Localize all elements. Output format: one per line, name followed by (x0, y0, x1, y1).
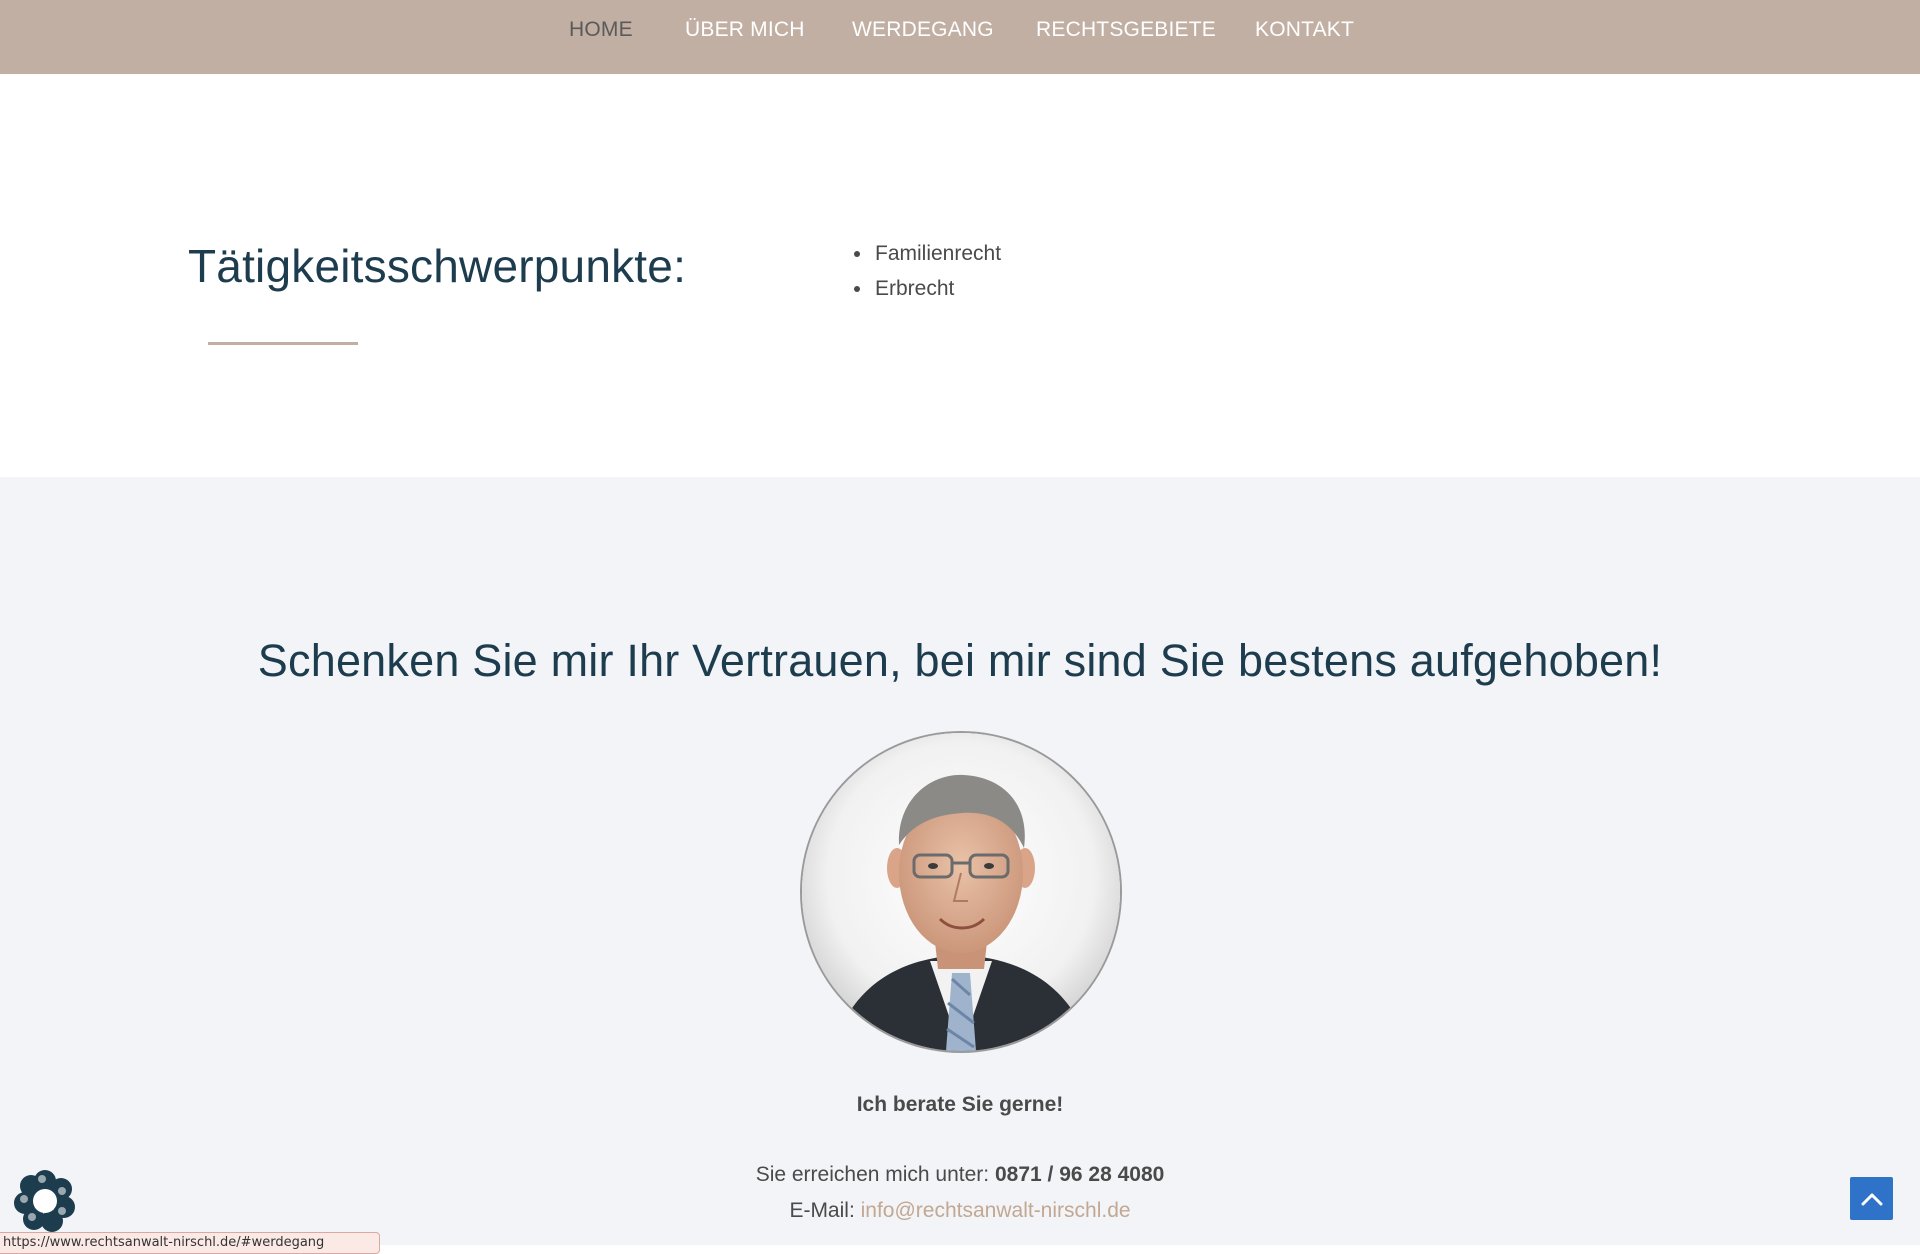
phone-number[interactable]: 0871 / 96 28 4080 (995, 1163, 1164, 1186)
focus-areas-list: Familienrecht Erbrecht (857, 236, 1001, 306)
email-label: E-Mail: (789, 1199, 855, 1222)
scroll-to-top-button[interactable] (1850, 1177, 1893, 1220)
portrait-illustration (802, 733, 1120, 1051)
title-divider (208, 342, 358, 345)
list-item: Erbrecht (873, 271, 1001, 306)
list-item: Familienrecht (873, 236, 1001, 271)
email-link[interactable]: info@rechtsanwalt-nirschl.de (861, 1199, 1131, 1222)
focus-areas-title: Tätigkeitsschwerpunkte: (188, 240, 687, 292)
trust-heading: Schenken Sie mir Ihr Vertrauen, bei mir … (257, 635, 1663, 686)
email-line: E-Mail: info@rechtsanwalt-nirschl.de (0, 1199, 1920, 1223)
portrait-photo (802, 733, 1120, 1051)
nav-item-rechtsgebiete[interactable]: RECHTSGEBIETE (1036, 18, 1216, 42)
chevron-up-icon (1861, 1193, 1882, 1205)
status-bar-url: https://www.rechtsanwalt-nirschl.de/#wer… (0, 1232, 380, 1254)
nav-list: HOME ÜBER MICH WERDEGANG RECHTSGEBIETE K… (0, 0, 1920, 74)
cookie-settings-icon[interactable] (12, 1167, 78, 1233)
nav-item-werdegang[interactable]: WERDEGANG (852, 18, 994, 42)
phone-label: Sie erreichen mich unter: (755, 1163, 990, 1186)
top-navigation: HOME ÜBER MICH WERDEGANG RECHTSGEBIETE K… (0, 0, 1920, 74)
nav-item-ueber-mich[interactable]: ÜBER MICH (685, 18, 805, 42)
contact-section: Schenken Sie mir Ihr Vertrauen, bei mir … (0, 477, 1920, 1245)
nav-item-kontakt[interactable]: KONTAKT (1255, 18, 1354, 42)
phone-line: Sie erreichen mich unter: 0871 / 96 28 4… (0, 1163, 1920, 1187)
cookie-settings-graphic (14, 1170, 75, 1232)
focus-areas-section: Tätigkeitsschwerpunkte: Familienrecht Er… (0, 74, 1920, 477)
nav-item-home[interactable]: HOME (569, 18, 633, 42)
consult-text: Ich berate Sie gerne! (856, 1093, 1064, 1116)
